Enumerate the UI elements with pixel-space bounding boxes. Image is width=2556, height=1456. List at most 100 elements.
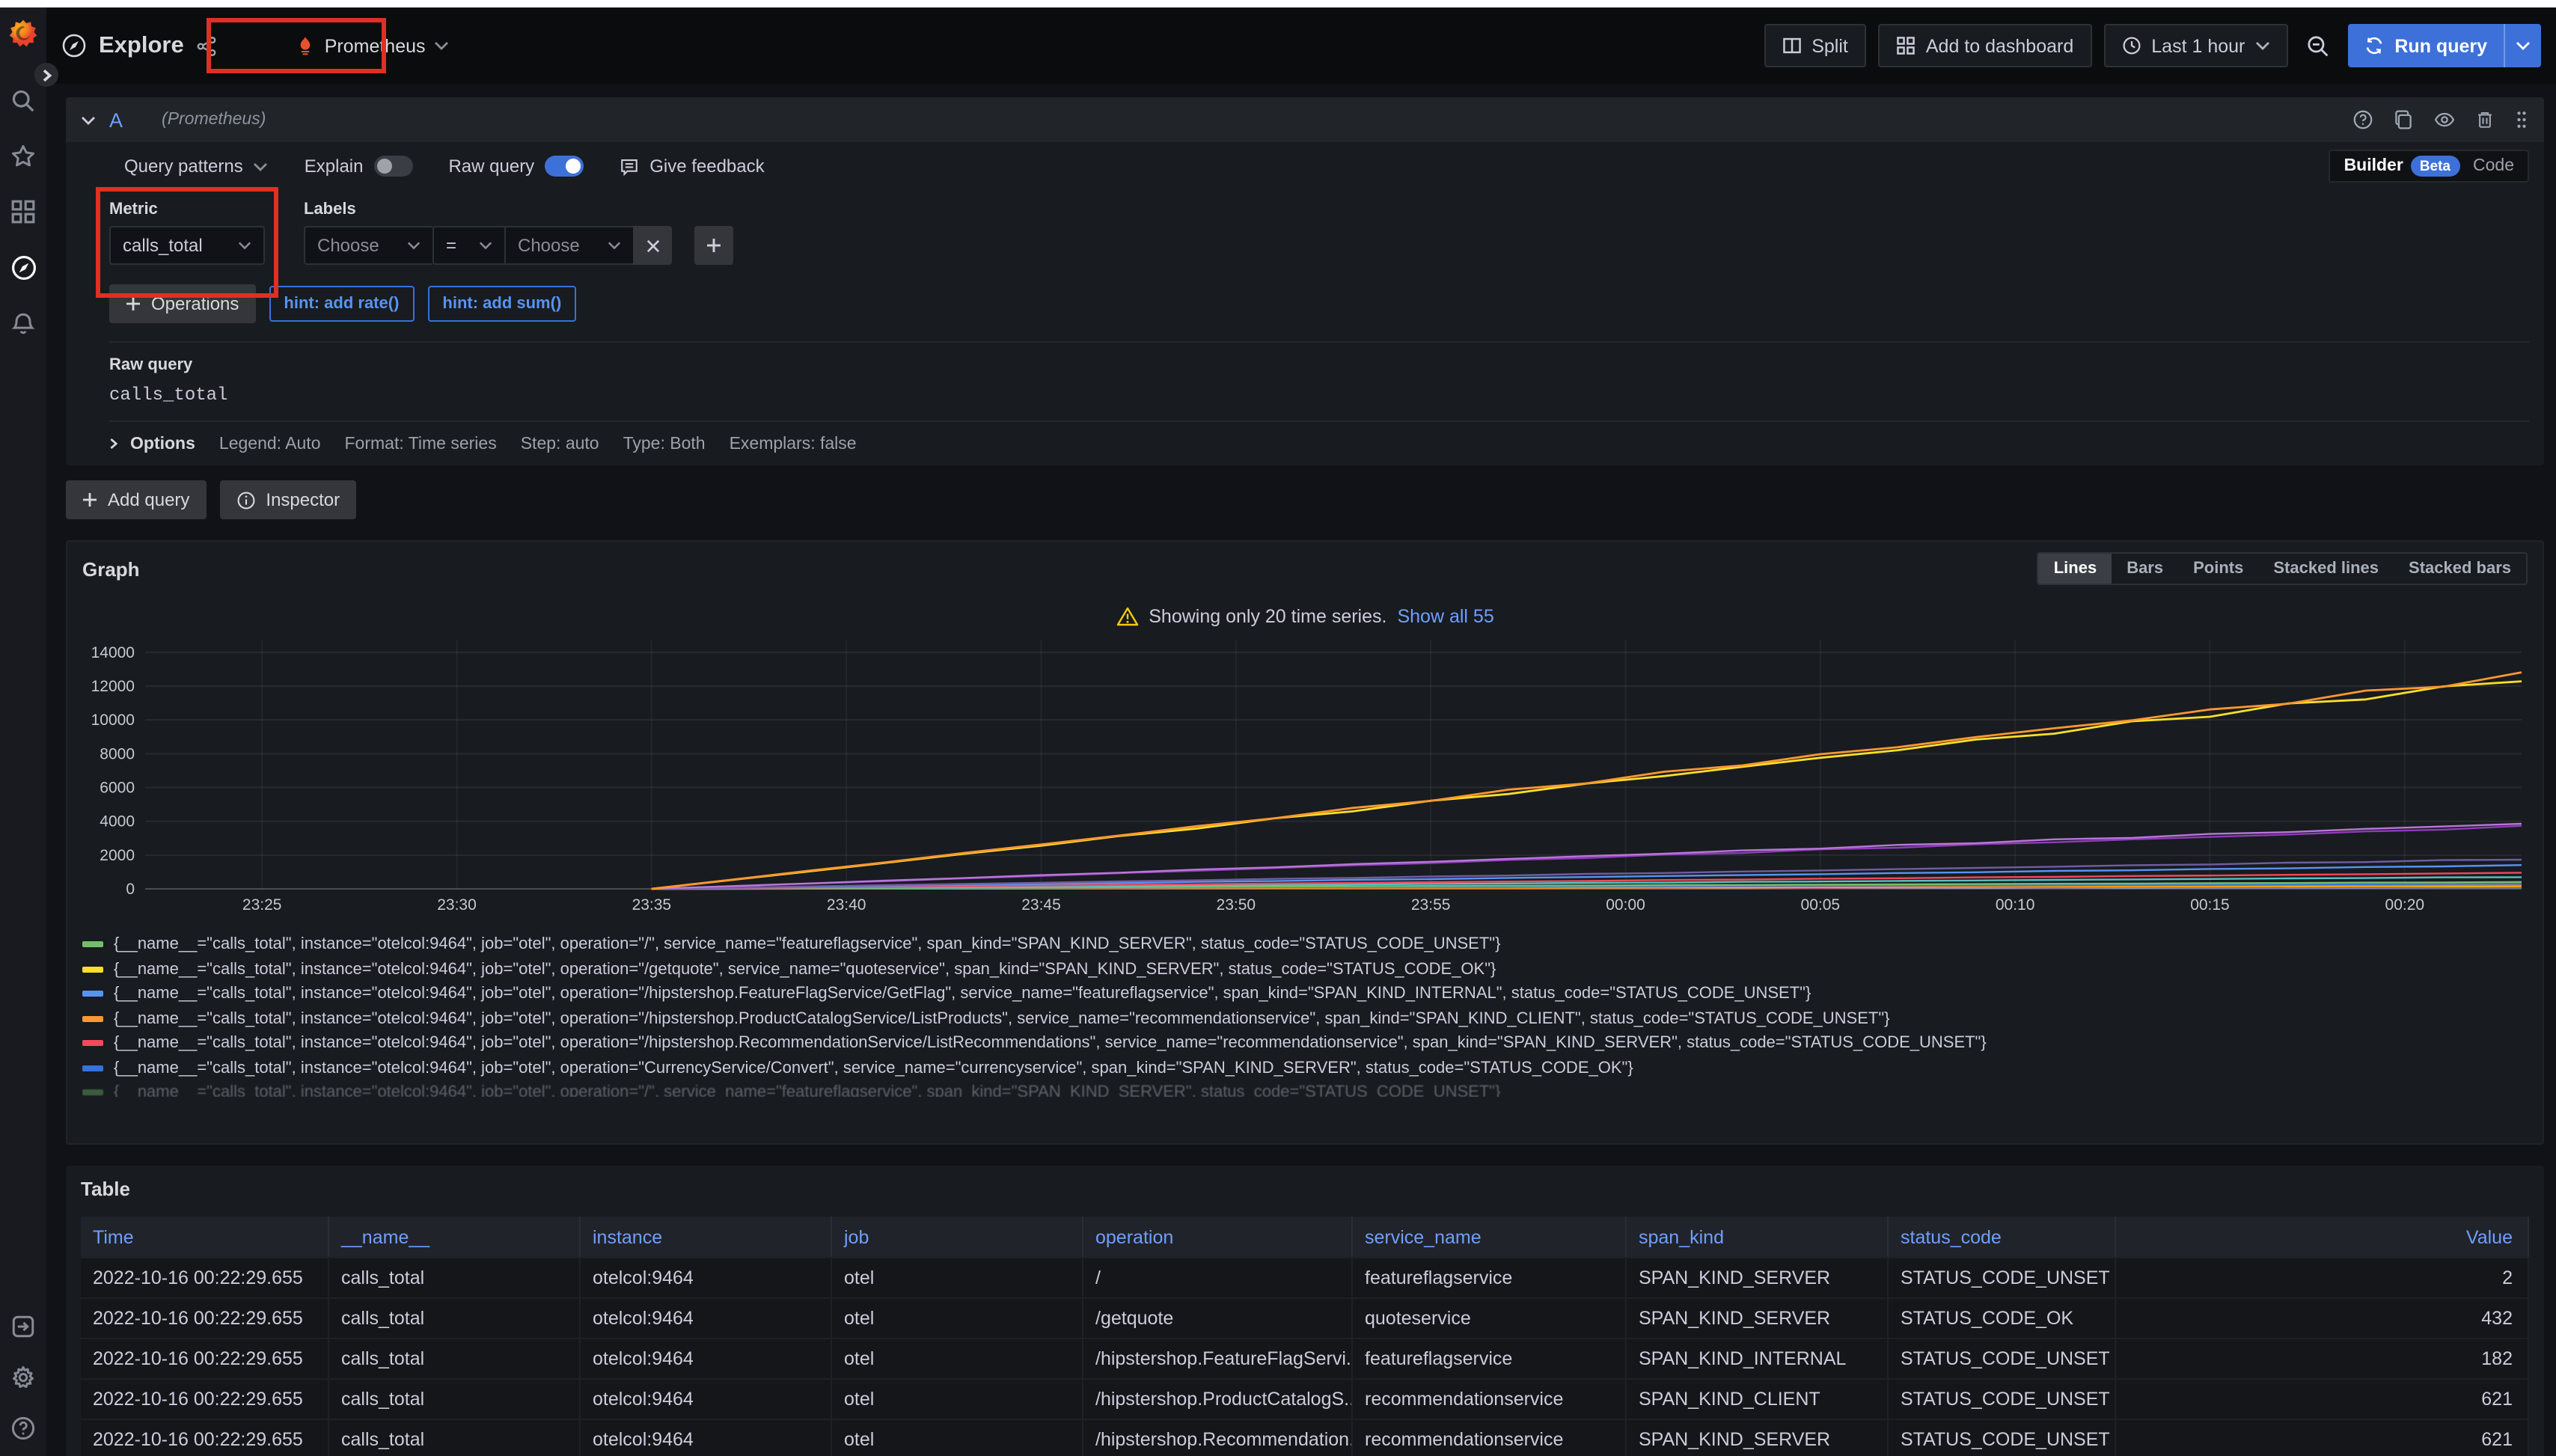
label-operator-select[interactable]: = — [432, 226, 504, 265]
time-range-label: Last 1 hour — [2151, 35, 2245, 56]
sidebar-item-sign-in[interactable] — [10, 1314, 36, 1339]
time-zoom-out-button[interactable] — [2300, 34, 2336, 58]
table-column-header[interactable]: Value — [2116, 1217, 2529, 1257]
sidebar-item-alerting[interactable] — [10, 311, 36, 337]
table-column-header[interactable]: span_kind — [1627, 1217, 1889, 1257]
collapse-chevron-icon[interactable] — [81, 114, 96, 125]
chevron-right-icon — [109, 437, 118, 450]
toolbar-left: Explore Prometheus — [61, 26, 462, 65]
table-cell: SPAN_KIND_SERVER — [1627, 1299, 1889, 1338]
table-column-header[interactable]: job — [832, 1217, 1083, 1257]
table-cell: / — [1083, 1258, 1353, 1297]
grafana-logo-icon[interactable] — [7, 18, 39, 49]
info-circle-icon — [236, 490, 255, 510]
graph-mode-points[interactable]: Points — [2178, 554, 2258, 584]
table-column-header[interactable]: __name__ — [329, 1217, 581, 1257]
label-key-select[interactable]: Choose — [304, 226, 432, 265]
share-icon[interactable] — [196, 35, 217, 56]
sidebar-item-dashboards[interactable] — [10, 199, 36, 224]
raw-query-toggle[interactable] — [545, 156, 584, 177]
label-value-select[interactable]: Choose — [504, 226, 633, 265]
table-cell: otelcol:9464 — [581, 1339, 832, 1378]
operations-label: Operations — [151, 293, 239, 314]
duplicate-query-icon[interactable] — [2393, 109, 2414, 130]
query-option-summary-item: Type: Both — [623, 435, 706, 453]
add-to-dashboard-button[interactable]: Add to dashboard — [1878, 24, 2091, 67]
label-value-placeholder: Choose — [518, 235, 580, 256]
table-cell: STATUS_CODE_UNSET — [1889, 1380, 2116, 1419]
label-filter-group: Choose = Choose — [304, 226, 672, 265]
sidebar-item-explore[interactable] — [10, 254, 37, 281]
add-label-filter-button[interactable] — [694, 226, 733, 265]
legend-item[interactable]: {__name__="calls_total", instance="otelc… — [82, 1031, 2528, 1056]
svg-text:23:45: 23:45 — [1021, 896, 1061, 914]
legend-color-marker — [82, 1041, 103, 1047]
series-limit-warning: Showing only 20 time series. Show all 55 — [82, 606, 2528, 627]
query-help-icon[interactable] — [2352, 109, 2373, 130]
add-query-button[interactable]: Add query — [66, 480, 206, 519]
legend-label: {__name__="calls_total", instance="otelc… — [114, 957, 1496, 982]
table-column-header[interactable]: status_code — [1889, 1217, 2116, 1257]
drag-handle-icon[interactable] — [2514, 109, 2529, 130]
table-column-header[interactable]: instance — [581, 1217, 832, 1257]
give-feedback-link[interactable]: Give feedback — [620, 156, 764, 177]
remove-label-filter-button[interactable] — [633, 226, 672, 265]
query-row-header[interactable]: A (Prometheus) — [66, 97, 2544, 142]
remove-query-icon[interactable] — [2475, 109, 2495, 130]
run-query-caret[interactable] — [2504, 24, 2541, 67]
table-cell: SPAN_KIND_SERVER — [1627, 1420, 1889, 1456]
explain-toggle[interactable] — [373, 156, 412, 177]
table-cell: otelcol:9464 — [581, 1420, 832, 1456]
table-cell: 2 — [2116, 1258, 2529, 1297]
raw-query-toggle-group: Raw query — [448, 156, 584, 177]
legend-item[interactable]: {__name__="calls_total", instance="otelc… — [82, 1080, 2528, 1097]
graph-mode-bars[interactable]: Bars — [2112, 554, 2178, 584]
run-query-button[interactable]: Run query — [2348, 24, 2541, 67]
query-hint-button[interactable]: hint: add sum() — [427, 286, 576, 322]
table-column-header[interactable]: service_name — [1353, 1217, 1627, 1257]
labels-field-label: Labels — [304, 201, 733, 218]
legend-item[interactable]: {__name__="calls_total", instance="otelc… — [82, 932, 2528, 957]
sidebar-item-help[interactable] — [10, 1416, 36, 1441]
legend-item[interactable]: {__name__="calls_total", instance="otelc… — [82, 957, 2528, 982]
sidebar-item-search[interactable] — [10, 88, 36, 114]
raw-query-title: Raw query — [109, 356, 2529, 374]
time-range-picker[interactable]: Last 1 hour — [2103, 24, 2288, 67]
query-hint-button[interactable]: hint: add rate() — [269, 286, 414, 322]
plus-icon — [126, 296, 141, 311]
legend-item[interactable]: {__name__="calls_total", instance="otelc… — [82, 1056, 2528, 1080]
legend-item[interactable]: {__name__="calls_total", instance="otelc… — [82, 982, 2528, 1006]
comment-icon — [620, 156, 639, 176]
results-table: Time__name__instancejoboperationservice_… — [81, 1217, 2529, 1456]
table-column-header[interactable]: operation — [1083, 1217, 1353, 1257]
options-collapse-button[interactable]: Options — [109, 435, 195, 453]
graph-mode-stacked-bars[interactable]: Stacked bars — [2394, 554, 2526, 584]
table-column-header[interactable]: Time — [81, 1217, 329, 1257]
query-editor-panel: A (Prometheus) Query patterns — [66, 97, 2544, 465]
options-label: Options — [130, 435, 195, 453]
query-patterns-dropdown[interactable]: Query patterns — [124, 156, 269, 177]
add-operation-button[interactable]: Operations — [109, 284, 255, 323]
legend-item[interactable]: {__name__="calls_total", instance="otelc… — [82, 1006, 2528, 1031]
sidebar-item-settings[interactable] — [10, 1365, 36, 1390]
inspector-button[interactable]: Inspector — [219, 480, 356, 519]
sidebar-expand-button[interactable] — [34, 63, 58, 87]
table-row: 2022-10-16 00:22:29.655calls_totalotelco… — [81, 1297, 2529, 1338]
explore-content: A (Prometheus) Query patterns — [46, 84, 2556, 1456]
metric-select[interactable]: calls_total — [109, 226, 265, 265]
code-mode-button[interactable]: Code — [2473, 157, 2514, 175]
graph-mode-lines[interactable]: Lines — [2039, 554, 2112, 584]
builder-mode-button[interactable]: Builder Beta — [2344, 156, 2459, 177]
table-cell: SPAN_KIND_SERVER — [1627, 1258, 1889, 1297]
datasource-picker[interactable]: Prometheus — [283, 26, 462, 65]
series-limit-warning-text: Showing only 20 time series. — [1149, 606, 1386, 627]
table-cell: 2022-10-16 00:22:29.655 — [81, 1420, 329, 1456]
graph-mode-stacked-lines[interactable]: Stacked lines — [2258, 554, 2394, 584]
query-row-actions — [2352, 109, 2529, 130]
grafana-explore-page: Explore Prometheus Split — [0, 0, 2556, 1456]
hide-query-icon[interactable] — [2433, 109, 2456, 130]
time-series-chart[interactable]: 23:2523:3023:3523:4023:4523:5023:5500:00… — [82, 633, 2531, 920]
sidebar-item-starred[interactable] — [10, 144, 36, 169]
split-button[interactable]: Split — [1764, 24, 1866, 67]
show-all-series-link[interactable]: Show all 55 — [1397, 606, 1493, 627]
